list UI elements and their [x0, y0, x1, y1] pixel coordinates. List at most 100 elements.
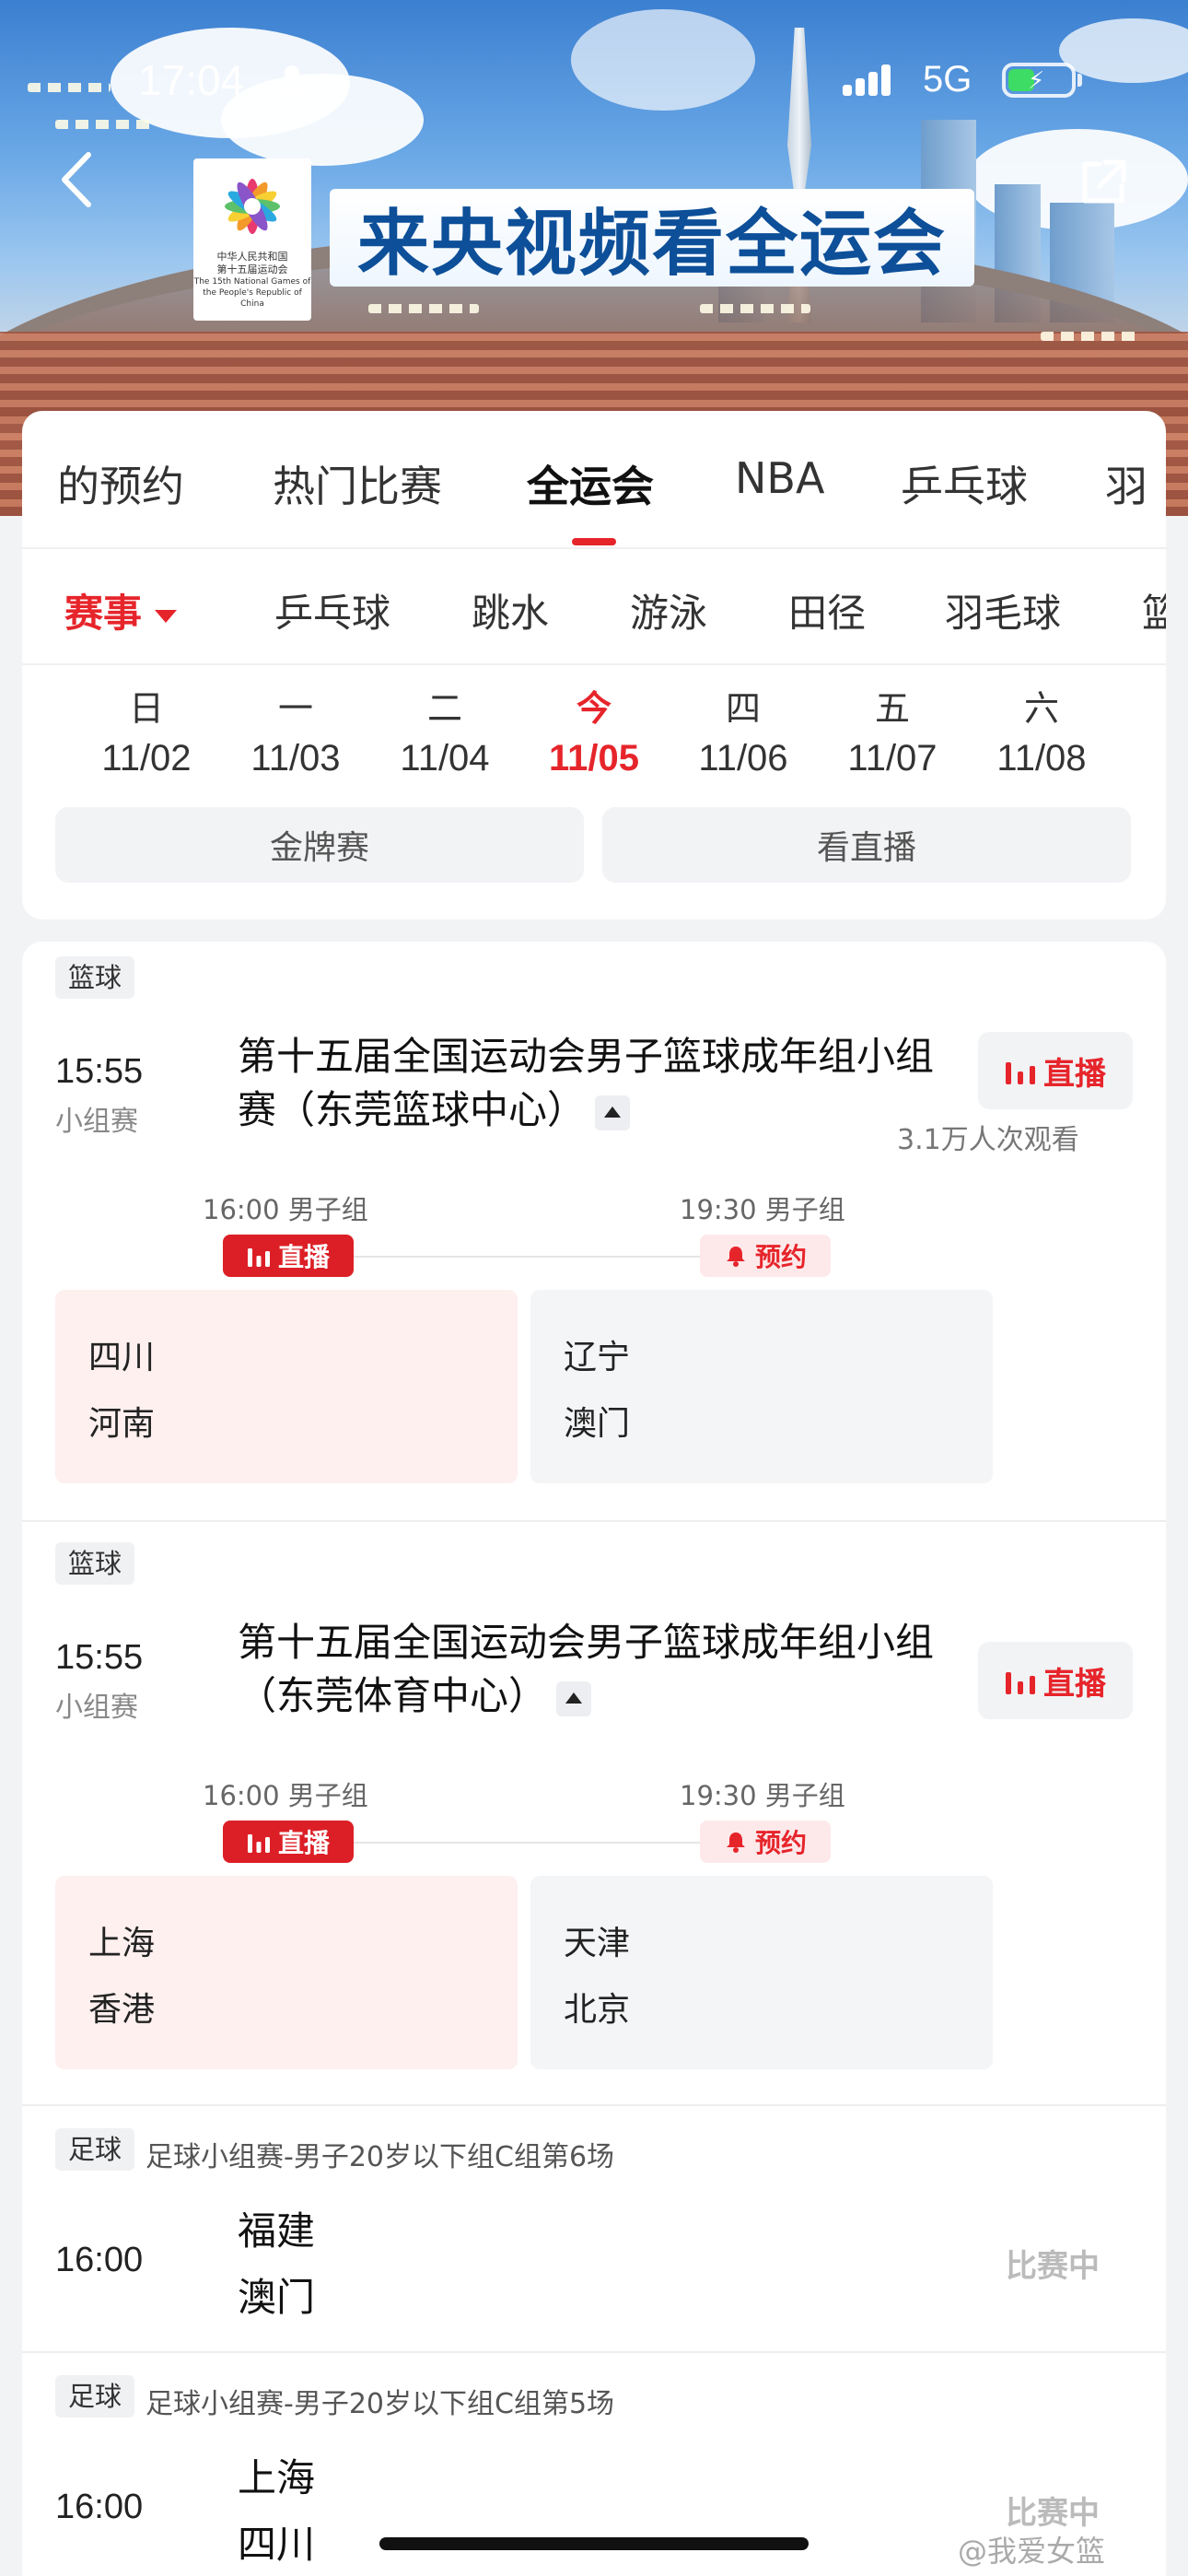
team-name: 上海 [238, 2455, 316, 2500]
date-item[interactable]: 五 11/07 [833, 680, 952, 779]
logo-line: 中华人民共和国 [216, 251, 288, 263]
date-item[interactable]: 日 11/02 [87, 680, 206, 779]
team-name: 四川 [88, 1339, 156, 1376]
live-tag[interactable]: 直播 [223, 1235, 354, 1277]
sport-badge: 篮球 [55, 1542, 135, 1585]
live-button-label: 直播 [1043, 1055, 1106, 1093]
viewer-count: 3.1万人次观看 [897, 1124, 1079, 1156]
match-time: 15:55 [55, 1638, 144, 1677]
weekday-label: 四 [725, 688, 761, 729]
reserve-tag[interactable]: 预约 [700, 1821, 831, 1863]
team-pair-card[interactable]: 上海 香港 [55, 1876, 518, 2069]
cloud-decoration [571, 9, 755, 111]
gold-medal-filter-button[interactable]: 金牌赛 [55, 807, 584, 883]
stadium-lights [1041, 332, 1142, 341]
live-button[interactable]: 直播 [978, 1642, 1133, 1719]
live-tag[interactable]: 直播 [223, 1821, 354, 1863]
team-name: 四川 [238, 2522, 316, 2567]
weekday-label: 六 [1023, 688, 1059, 729]
tab-badminton[interactable]: 羽 [1105, 453, 1147, 514]
subtab-athletics[interactable]: 田径 [788, 582, 866, 638]
subtab-badminton[interactable]: 羽毛球 [945, 582, 1061, 638]
divider [22, 1520, 1166, 1522]
logo-line: the People's Republic of China [203, 288, 302, 309]
subtab-events[interactable]: 赛事 [64, 582, 178, 638]
main-tab-bar: 的预约 热门比赛 全运会 NBA 乒乓球 羽 [22, 411, 1166, 549]
subtab-events-label: 赛事 [64, 591, 143, 636]
match-stage: 小组赛 [55, 1106, 138, 1138]
team-name: 香港 [88, 1991, 156, 2029]
sport-badge: 足球 [55, 2128, 135, 2171]
team-pair-card[interactable]: 辽宁 澳门 [530, 1290, 993, 1483]
team-pair-card[interactable]: 天津 北京 [530, 1876, 993, 2069]
home-indicator[interactable] [379, 2537, 809, 2550]
date-label: 11/07 [847, 738, 938, 779]
dropdown-caret-icon [155, 609, 178, 623]
slot-time: 16:00 男子组 [203, 1194, 368, 1225]
date-item[interactable]: 六 11/08 [982, 680, 1101, 779]
subtab-swimming[interactable]: 游泳 [630, 582, 707, 638]
stadium-lights [368, 304, 479, 313]
reserve-tag-label: 预约 [754, 1242, 807, 1272]
tab-national-games[interactable]: 全运会 [527, 453, 654, 514]
divider [22, 2104, 1166, 2106]
match-description: 足球小组赛-男子20岁以下组C组第5场 [146, 2388, 615, 2420]
tab-hot-matches[interactable]: 热门比赛 [273, 453, 442, 514]
bell-icon [726, 1832, 745, 1853]
weekday-label: 五 [874, 688, 910, 729]
tab-table-tennis[interactable]: 乒乓球 [901, 453, 1028, 514]
date-label: 11/02 [101, 738, 192, 779]
logo-line: 第十五届运动会 [216, 263, 288, 275]
logo-line: The 15th National Games of [193, 277, 311, 287]
subtab-diving[interactable]: 跳水 [472, 582, 549, 638]
weekday-label: 今 [576, 688, 611, 729]
collapse-arrow-icon[interactable] [556, 1680, 592, 1716]
match-description: 足球小组赛-男子20岁以下组C组第6场 [146, 2141, 615, 2173]
sport-filter-bar: 赛事 乒乓球 跳水 游泳 田径 羽毛球 篮 [22, 549, 1166, 665]
stadium-lights [28, 83, 111, 92]
share-icon[interactable] [1076, 155, 1131, 210]
watch-live-filter-button[interactable]: 看直播 [602, 807, 1131, 883]
date-label: 11/04 [400, 738, 490, 779]
date-item[interactable]: 一 11/03 [236, 680, 355, 779]
slot-time: 19:30 男子组 [680, 1780, 845, 1811]
stadium-lights [55, 120, 157, 129]
page-title: 来央视频看全运会 [330, 189, 974, 287]
match-title: 第十五届全国运动会男子篮球成年组小组赛（东莞篮球中心） [238, 1030, 938, 1137]
live-button[interactable]: 直播 [978, 1032, 1133, 1109]
team-name: 上海 [88, 1925, 156, 1962]
person-icon [279, 65, 305, 96]
team-name: 澳门 [238, 2275, 316, 2320]
live-tag-label: 直播 [277, 1828, 330, 1858]
tab-my-reservations[interactable]: 的预约 [57, 453, 184, 514]
subtab-table-tennis[interactable]: 乒乓球 [274, 582, 390, 638]
team-pair-card[interactable]: 四川 河南 [55, 1290, 518, 1483]
games-emblem-icon [225, 179, 280, 234]
date-item[interactable]: 二 11/04 [385, 680, 505, 779]
divider [22, 2351, 1166, 2353]
network-type: 5G [923, 59, 973, 100]
tab-nba[interactable]: NBA [735, 453, 824, 503]
team-name: 北京 [564, 1991, 631, 2029]
date-item[interactable]: 四 11/06 [683, 680, 803, 779]
reserve-tag-label: 预约 [754, 1828, 807, 1858]
team-name: 天津 [564, 1925, 631, 1962]
weekday-label: 一 [277, 688, 313, 729]
date-label: 11/03 [250, 738, 341, 779]
live-bars-icon [247, 1834, 270, 1853]
collapse-arrow-icon[interactable] [595, 1095, 631, 1130]
live-button-label: 直播 [1043, 1665, 1106, 1703]
date-item-today[interactable]: 今 11/05 [534, 680, 654, 779]
live-tag-label: 直播 [277, 1242, 330, 1272]
subtab-basketball[interactable]: 篮 [1142, 582, 1166, 638]
watermark: @我爱女篮 [958, 2534, 1106, 2569]
battery-charging-icon: ⚡ [1002, 63, 1076, 98]
live-bars-icon [1006, 1672, 1035, 1694]
cloud-decoration [221, 74, 424, 166]
weekday-label: 日 [128, 688, 164, 729]
bell-icon [726, 1247, 745, 1267]
live-bars-icon [247, 1248, 270, 1267]
back-arrow-icon[interactable] [53, 147, 99, 212]
team-name: 辽宁 [564, 1339, 631, 1376]
reserve-tag[interactable]: 预约 [700, 1235, 831, 1277]
